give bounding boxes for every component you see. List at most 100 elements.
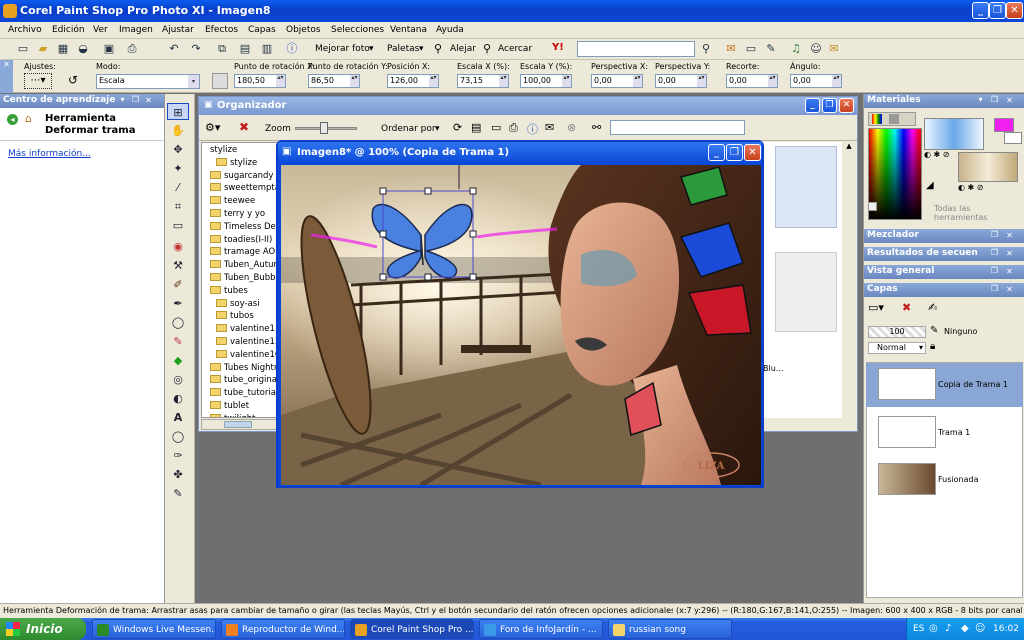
preset-shape-icon[interactable]: ◯ (167, 428, 189, 445)
music-icon[interactable]: ♫ (787, 40, 805, 58)
text-tool-icon[interactable]: A (167, 409, 189, 426)
copy-icon[interactable]: ⧉ (213, 40, 231, 58)
close-icon[interactable]: ✕ (1005, 285, 1014, 294)
organizer-maximize[interactable]: ❐ (822, 98, 837, 113)
folder-item[interactable]: Tubes Nightmare (210, 362, 277, 375)
pin-icon[interactable]: ▾ (976, 95, 985, 104)
task-infojardin[interactable]: Foro de InfoJardín - ... (479, 619, 603, 639)
smiley-icon[interactable]: ☺ (807, 40, 825, 58)
image-minimize[interactable]: _ (708, 144, 725, 161)
sort-button[interactable]: Ordenar por (381, 124, 436, 134)
tray-shield-icon[interactable]: ◆ (961, 623, 969, 634)
pos-x-input[interactable]: 126,00 ▴▾ (387, 74, 439, 88)
scan-icon[interactable]: ◒ (74, 40, 92, 58)
organizer-search-input[interactable] (610, 120, 745, 135)
minimize-button[interactable]: _ (972, 2, 989, 19)
close-button[interactable]: ✕ (1006, 2, 1023, 19)
restore-icon[interactable]: ❐ (990, 248, 999, 257)
handle-br[interactable] (469, 273, 477, 281)
delete-icon[interactable]: ✖ (239, 120, 249, 134)
crop-tool-icon[interactable]: ⌗ (167, 198, 189, 215)
paste-new-icon[interactable]: ▥ (258, 40, 276, 58)
home-icon[interactable]: ⌂ (25, 112, 32, 125)
all-tools-checkbox[interactable] (868, 202, 877, 211)
tray-language[interactable]: ES (913, 624, 924, 634)
layer-thumbnail[interactable] (878, 416, 936, 448)
save-icon[interactable]: ▣ (100, 40, 118, 58)
folder-item[interactable]: tubes (210, 285, 277, 298)
tool-options-grip[interactable]: ✕ (0, 60, 13, 93)
layer-thumbnail[interactable] (878, 463, 936, 495)
pivot-x-input[interactable]: 180,50 ▴▾ (234, 74, 286, 88)
rainbow-tab-icon[interactable] (872, 114, 882, 124)
spinner-icon[interactable]: ▴▾ (429, 75, 438, 87)
delete-layer-icon[interactable]: ✖ (902, 301, 911, 314)
menu-ver[interactable]: Ver (93, 25, 108, 35)
dropdown-arrow-icon[interactable]: ▾ (419, 44, 424, 54)
info-icon[interactable]: ⓘ (283, 40, 301, 58)
folder-item[interactable]: Tuben_BubbleDr (210, 272, 277, 285)
menu-edicion[interactable]: Edición (52, 25, 85, 35)
menu-ayuda[interactable]: Ayuda (436, 25, 464, 35)
close-icon[interactable]: ✕ (1005, 249, 1014, 258)
restore-icon[interactable]: ❐ (990, 230, 999, 239)
background-gradient-swatch[interactable] (958, 152, 1018, 182)
restore-icon[interactable]: ❐ (990, 95, 999, 104)
folder-item[interactable]: tube_originali (210, 374, 277, 387)
blend-mode-select[interactable]: Normal ▾ (868, 342, 926, 354)
binoculars-icon[interactable]: ⚯ (592, 121, 601, 134)
restore-icon[interactable]: ❐ (990, 284, 999, 293)
tree-h-scrollbar[interactable] (201, 419, 278, 430)
task-russian-song[interactable]: russian song (608, 619, 732, 639)
start-button[interactable]: Inicio (0, 618, 86, 640)
scale-x-input[interactable]: 73,15 ▴▾ (457, 74, 509, 88)
persp-y-input[interactable]: 0,00 ▴▾ (655, 74, 707, 88)
pan-tool-icon[interactable]: ✋ (167, 122, 189, 139)
layer-name-1[interactable]: Copia de Trama 1 (938, 380, 1008, 389)
tray-volume-icon[interactable]: ♪ (945, 623, 951, 634)
spinner-icon[interactable]: ▴▾ (697, 75, 706, 87)
new-layer-icon[interactable]: ▭▾ (868, 301, 884, 314)
pen-tool-icon[interactable]: ✑ (167, 447, 189, 464)
folder-item[interactable]: sweettemptation (210, 182, 277, 195)
image-maximize[interactable]: ❐ (726, 144, 743, 161)
layer-name-3[interactable]: Fusionada (938, 475, 978, 484)
menu-imagen[interactable]: Imagen (119, 25, 153, 35)
vertical-scrollbar[interactable]: ▲ (842, 142, 856, 418)
mask-mode-value[interactable]: Ninguno (944, 326, 977, 338)
flood-fill-icon[interactable]: ◆ (167, 352, 189, 369)
folder-item[interactable]: tubos (210, 310, 277, 323)
lock-icon[interactable]: 🔒︎ (930, 341, 935, 352)
layer-props-icon[interactable]: ✍ (928, 301, 937, 314)
image-close[interactable]: ✕ (744, 144, 761, 161)
handle-ml[interactable] (379, 230, 387, 238)
redo-icon[interactable]: ↷ (187, 40, 205, 58)
zoom-out-button[interactable]: Alejar (450, 44, 476, 54)
gear-icon[interactable]: ⚙▾ (205, 121, 220, 134)
dropdown-arrow-icon[interactable]: ▾ (435, 124, 440, 134)
paste-icon[interactable]: ▤ (236, 40, 254, 58)
zoom-out-icon[interactable]: ⚲ (434, 42, 442, 55)
swatch-tab-icon[interactable] (889, 114, 899, 124)
maximize-button[interactable]: ❐ (989, 2, 1006, 19)
restore-icon[interactable]: ❐ (131, 95, 140, 104)
enhance-photo-button[interactable]: Mejorar foto (315, 44, 370, 54)
foreground-gradient-swatch[interactable] (924, 118, 984, 150)
paint-brush-icon[interactable]: ✐ (167, 276, 189, 293)
back-icon[interactable]: ◂ (7, 114, 18, 125)
mask-icon[interactable]: ✎ (930, 325, 938, 336)
task-messenger[interactable]: Windows Live Messen... (92, 619, 216, 639)
wand-tool-icon[interactable]: ✦ (167, 160, 189, 177)
close-icon[interactable]: ✕ (1005, 231, 1014, 240)
envelope-icon[interactable]: ✉ (825, 40, 843, 58)
folder-item[interactable]: tramage AORA (210, 246, 277, 259)
zoom-in-icon[interactable]: ⚲ (483, 42, 491, 55)
dropdown-arrow-icon[interactable]: ▾ (369, 44, 374, 54)
restore-icon[interactable]: ❐ (990, 266, 999, 275)
mesh-warp-icon[interactable]: ✎ (167, 485, 189, 502)
spinner-icon[interactable]: ▴▾ (350, 75, 359, 87)
layer-thumbnail[interactable] (878, 368, 936, 400)
persp-x-input[interactable]: 0,00 ▴▾ (591, 74, 643, 88)
yahoo-icon[interactable]: Y! (552, 42, 564, 53)
spinner-icon[interactable]: ▴▾ (499, 75, 508, 87)
